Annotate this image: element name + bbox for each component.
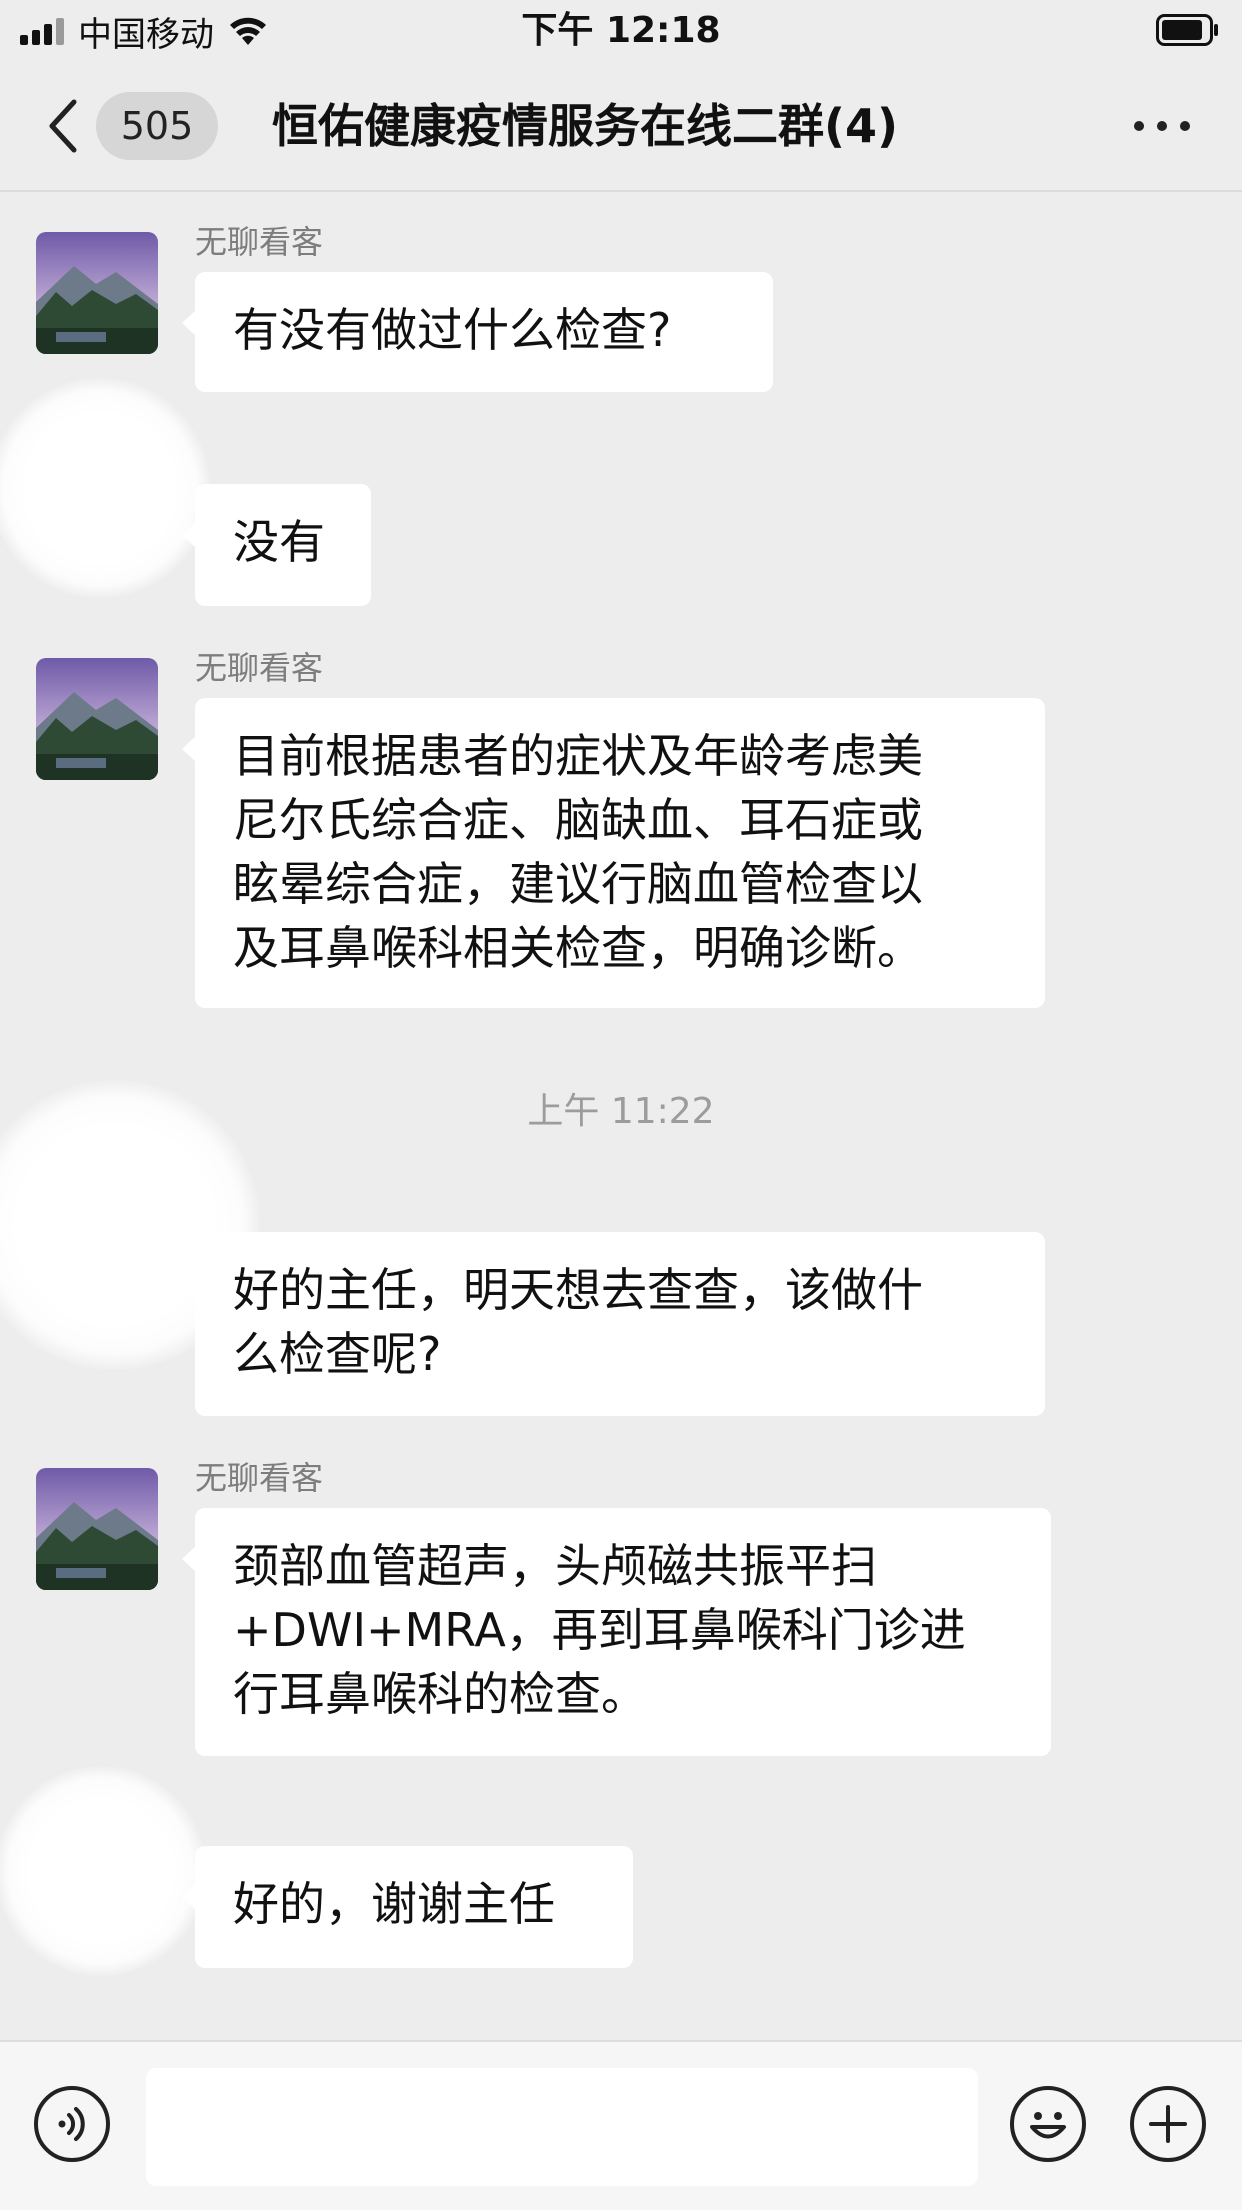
- voice-button[interactable]: [34, 2086, 110, 2162]
- chat-input-bar: [0, 2040, 1242, 2210]
- emoji-button[interactable]: [1010, 2086, 1086, 2162]
- status-bar: 中国移动 下午 12:18: [0, 0, 1242, 62]
- message-bubble[interactable]: 好的主任，明天想去查查，该做什 么检查呢?: [182, 1232, 1045, 1416]
- message-input[interactable]: [146, 2068, 978, 2186]
- sender-name: 无聊看客: [195, 223, 324, 261]
- message-bubble[interactable]: 有没有做过什么检查?: [182, 272, 773, 392]
- chat-title: 恒佑健康疫情服务在线二群(4): [272, 99, 899, 153]
- avatar[interactable]: [36, 658, 158, 780]
- message-bubble[interactable]: 好的，谢谢主任: [182, 1846, 633, 1968]
- chevron-left-icon[interactable]: [46, 98, 80, 154]
- message-bubble[interactable]: 颈部血管超声，头颅磁共振平扫 +DWI+MRA，再到耳鼻喉科门诊进 行耳鼻喉科的…: [182, 1508, 1051, 1756]
- sender-name: 无聊看客: [195, 649, 324, 687]
- plus-icon: [1149, 2105, 1187, 2143]
- avatar[interactable]: [36, 232, 158, 354]
- ellipsis-icon[interactable]: [1134, 114, 1190, 138]
- unread-count-badge[interactable]: 505: [96, 92, 218, 160]
- battery-icon: [1156, 14, 1220, 46]
- avatar[interactable]: [0, 1766, 206, 1976]
- status-time: 下午 12:18: [521, 10, 721, 51]
- avatar[interactable]: [36, 1468, 158, 1590]
- emoji-icon: [1030, 2112, 1066, 2139]
- sender-name: 无聊看客: [195, 1459, 324, 1497]
- message-bubble[interactable]: 目前根据患者的症状及年龄考虑美 尼尔氏综合症、脑缺血、耳石症或 眩晕综合症，建议…: [182, 698, 1045, 1008]
- avatar[interactable]: [0, 378, 210, 598]
- plus-button[interactable]: [1130, 2086, 1206, 2162]
- message-bubble[interactable]: 没有: [182, 484, 371, 606]
- voice-icon: [58, 2107, 85, 2141]
- chat-header: 505 恒佑健康疫情服务在线二群(4): [0, 62, 1242, 192]
